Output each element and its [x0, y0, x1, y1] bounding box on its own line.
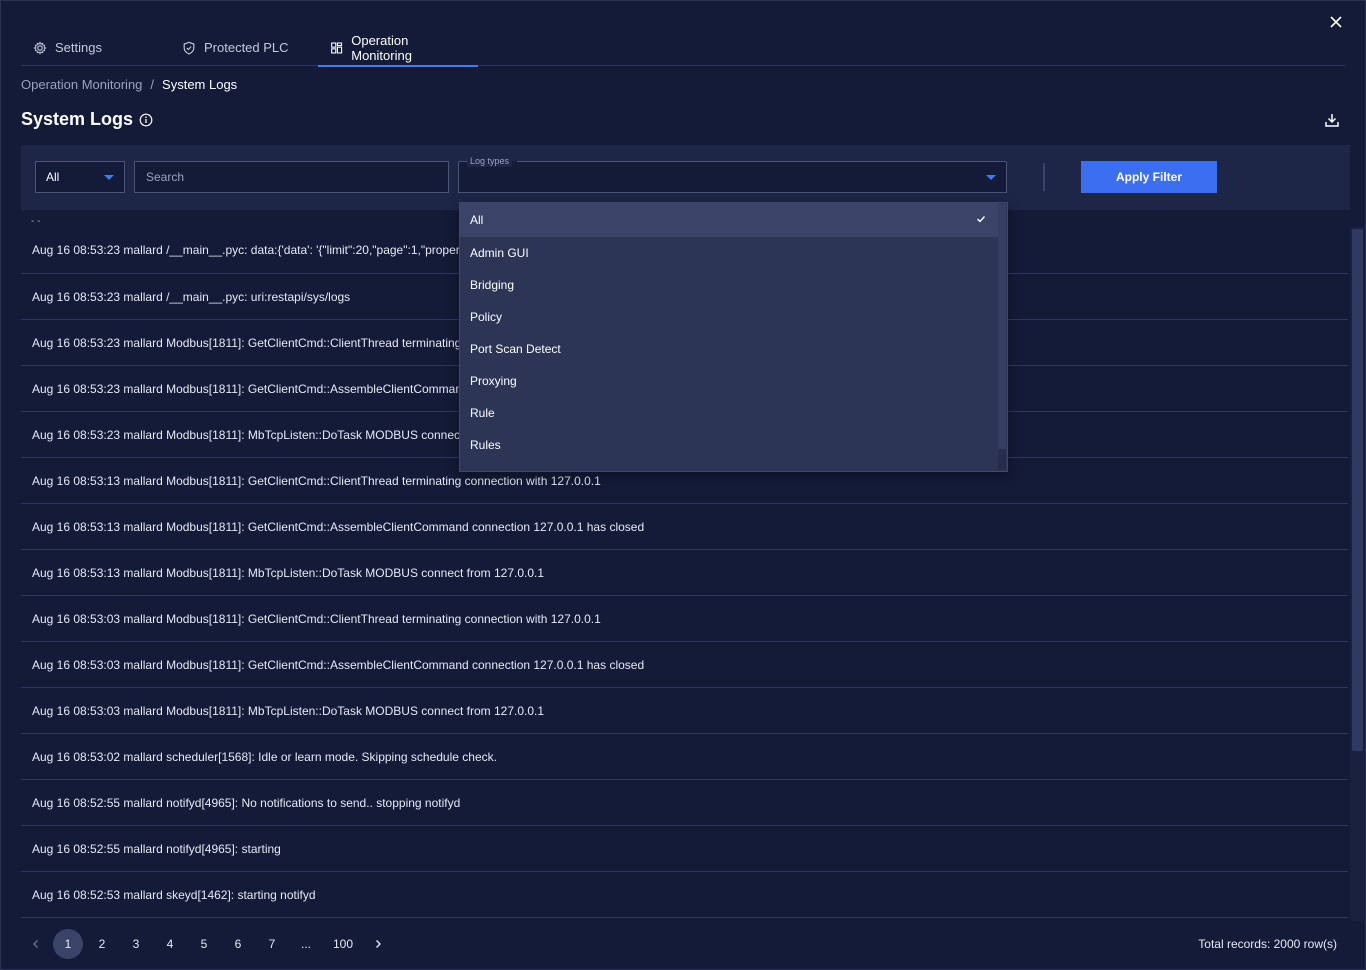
log-types-select[interactable]: Log types	[458, 155, 1007, 193]
log-row: Aug 16 08:53:03 mallard Modbus[1811]: Ge…	[21, 642, 1348, 688]
download-icon[interactable]	[1323, 111, 1341, 129]
log-row: Aug 16 08:53:02 mallard scheduler[1568]:…	[21, 734, 1348, 780]
dropdown-option-rule[interactable]: Rule	[460, 397, 998, 429]
breadcrumb: Operation Monitoring / System Logs	[21, 77, 237, 92]
system-logs-window: Settings Protected PLC Operation Monitor…	[0, 0, 1366, 970]
shield-icon	[183, 41, 195, 55]
filter-bar: All Log types Apply Filter	[21, 145, 1350, 210]
breadcrumb-separator: /	[150, 77, 155, 92]
option-label: All	[470, 213, 484, 227]
select-border	[459, 161, 1006, 162]
level-select[interactable]: All	[35, 161, 125, 193]
caret-down-icon	[986, 175, 996, 180]
total-records: Total records: 2000 row(s)	[1198, 937, 1337, 951]
info-icon[interactable]	[139, 113, 153, 127]
apply-filter-button[interactable]: Apply Filter	[1081, 161, 1217, 193]
log-row: Aug 16 08:52:55 mallard notifyd[4965]: s…	[21, 826, 1348, 872]
tab-label: Operation Monitoring	[351, 32, 412, 63]
log-row: Aug 16 08:53:03 mallard Modbus[1811]: Mb…	[21, 688, 1348, 734]
next-page-button[interactable]	[363, 929, 393, 959]
log-row: Aug 16 08:53:03 mallard Modbus[1811]: Ge…	[21, 596, 1348, 642]
option-label: Port Scan Detect	[470, 342, 561, 356]
log-scrollbar-thumb[interactable]	[1352, 229, 1363, 751]
tab-bar: Settings Protected PLC Operation Monitor…	[21, 29, 1345, 67]
log-types-dropdown: All Admin GUI Bridging Policy Port Scan …	[459, 202, 1008, 472]
page-ellipsis[interactable]: ...	[289, 929, 323, 959]
option-label: Policy	[470, 310, 503, 324]
log-dots: - -	[31, 216, 41, 227]
search-input[interactable]	[134, 161, 449, 193]
divider	[1043, 163, 1045, 191]
page-button-4[interactable]: 4	[153, 929, 187, 959]
tab-protected-plc[interactable]: Protected PLC	[170, 29, 318, 66]
gear-icon	[33, 40, 47, 55]
dropdown-option-bridging[interactable]: Bridging	[460, 269, 998, 301]
log-row: Aug 16 08:53:13 mallard Modbus[1811]: Mb…	[21, 550, 1348, 596]
dropdown-scrollbar-thumb[interactable]	[998, 204, 1006, 449]
dropdown-option-all[interactable]: All	[460, 203, 998, 237]
page-button-7[interactable]: 7	[255, 929, 289, 959]
breadcrumb-parent[interactable]: Operation Monitoring	[21, 77, 142, 92]
tab-operation-monitoring[interactable]: Operation Monitoring	[318, 29, 478, 67]
option-label: Bridging	[470, 278, 515, 292]
chevron-left-icon	[33, 940, 38, 948]
page-button-3[interactable]: 3	[119, 929, 153, 959]
dropdown-option-policy[interactable]: Policy	[460, 301, 998, 333]
option-label: Admin GUI	[470, 246, 529, 260]
page-title: System Logs	[21, 109, 134, 129]
page-title-row: System Logs	[21, 109, 153, 130]
dropdown-option-port-scan-detect[interactable]: Port Scan Detect	[460, 333, 998, 365]
page-button-5[interactable]: 5	[187, 929, 221, 959]
tab-label: Protected PLC	[204, 40, 289, 55]
breadcrumb-current: System Logs	[162, 77, 238, 92]
log-row: Aug 16 08:52:55 mallard notifyd[4965]: N…	[21, 780, 1348, 826]
option-label: Rule	[470, 406, 495, 420]
level-select-value: All	[46, 170, 60, 184]
dropdown-option-rules[interactable]: Rules	[460, 429, 998, 461]
page-button-1[interactable]: 1	[53, 929, 83, 959]
log-row: Aug 16 08:53:13 mallard Modbus[1811]: Ge…	[21, 504, 1348, 550]
tab-settings[interactable]: Settings	[21, 29, 165, 66]
chevron-right-icon	[376, 940, 381, 948]
check-icon	[977, 216, 986, 223]
option-label: Rules	[470, 438, 501, 452]
dashboard-icon	[331, 41, 343, 54]
page-button-6[interactable]: 6	[221, 929, 255, 959]
caret-down-icon	[104, 175, 114, 180]
prev-page-button[interactable]	[21, 929, 51, 959]
dropdown-option-proxying[interactable]: Proxying	[460, 365, 998, 397]
pagination: 1 2 3 4 5 6 7 ... 100	[21, 927, 393, 961]
tab-label: Settings	[55, 40, 102, 55]
log-row: Aug 16 08:52:53 mallard skeyd[1462]: sta…	[21, 872, 1348, 918]
option-label: Proxying	[470, 374, 517, 388]
page-button-last[interactable]: 100	[323, 929, 363, 959]
dropdown-option-admin-gui[interactable]: Admin GUI	[460, 237, 998, 269]
page-button-2[interactable]: 2	[85, 929, 119, 959]
log-types-label: Log types	[467, 155, 513, 167]
